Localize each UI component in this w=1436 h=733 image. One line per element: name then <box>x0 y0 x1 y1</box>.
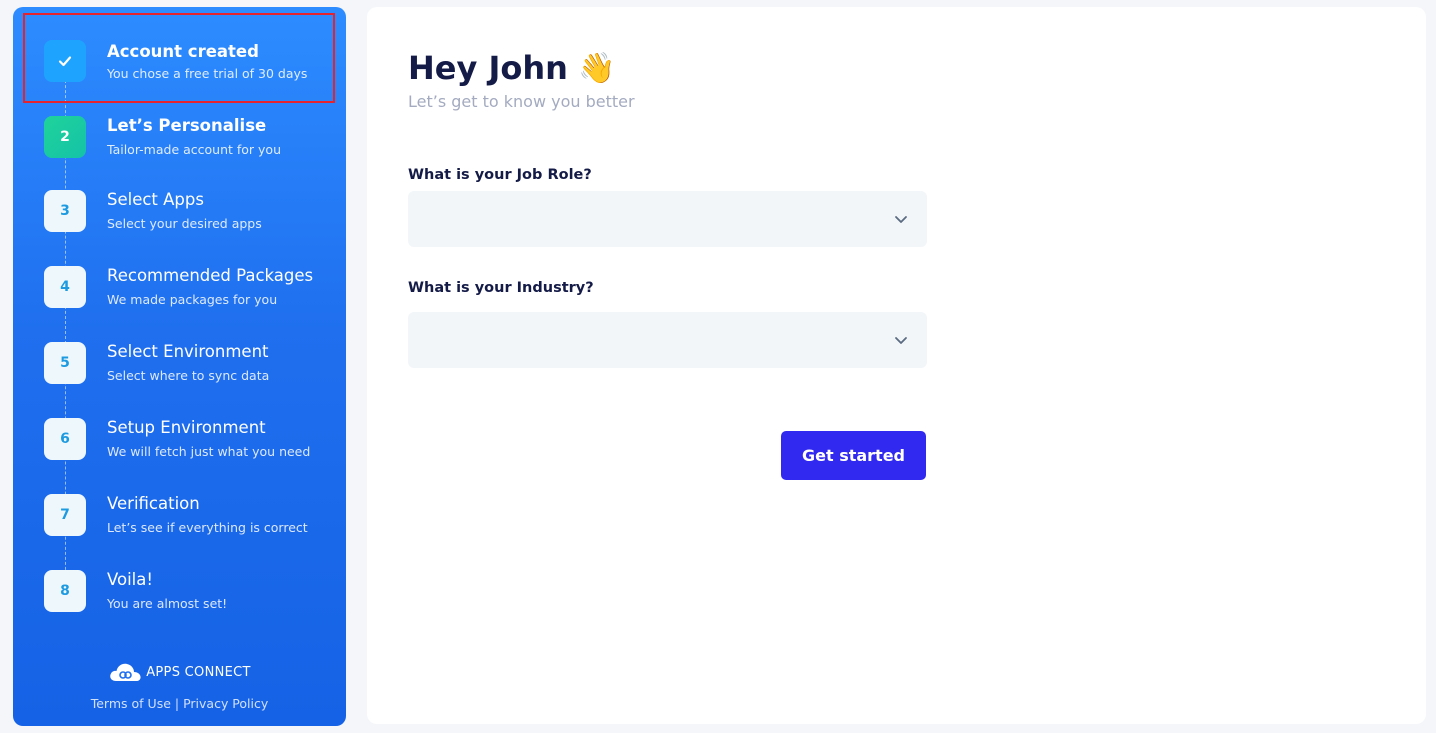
privacy-link[interactable]: Privacy Policy <box>183 696 268 711</box>
terms-link[interactable]: Terms of Use <box>91 696 171 711</box>
step-subtitle: Let’s see if everything is correct <box>107 520 308 535</box>
page-title: Hey John 👋 <box>408 49 615 87</box>
legal-separator: | <box>170 696 184 711</box>
brand-logo: APPS CONNECT <box>13 661 346 683</box>
step-subtitle: You are almost set! <box>107 596 228 611</box>
waving-hand-icon: 👋 <box>577 50 616 86</box>
chevron-down-icon <box>895 337 907 344</box>
step-title: Select Environment <box>107 342 269 361</box>
get-started-button[interactable]: Get started <box>781 431 926 480</box>
step-title: Voila! <box>107 570 153 589</box>
job-role-label: What is your Job Role? <box>408 167 592 183</box>
step-badge: 8 <box>44 570 86 612</box>
chevron-down-icon <box>895 216 907 223</box>
step-badge: 7 <box>44 494 86 536</box>
step-select-environment[interactable]: 5 Select Environment Select where to syn… <box>13 328 346 402</box>
industry-select[interactable] <box>408 312 927 368</box>
step-subtitle: Select your desired apps <box>107 216 262 231</box>
step-subtitle: We made packages for you <box>107 292 278 307</box>
step-lets-personalise[interactable]: 2 Let’s Personalise Tailor-made account … <box>13 102 346 176</box>
cloud-logo-icon <box>110 663 141 681</box>
legal-links: Terms of Use | Privacy Policy <box>13 696 346 711</box>
page-subtitle: Let’s get to know you better <box>408 92 635 111</box>
step-subtitle: We will fetch just what you need <box>107 444 311 459</box>
greeting-text: Hey John <box>408 49 568 87</box>
step-subtitle: Select where to sync data <box>107 368 270 383</box>
step-verification[interactable]: 7 Verification Let’s see if everything i… <box>13 480 346 554</box>
industry-label: What is your Industry? <box>408 280 594 296</box>
step-badge: 3 <box>44 190 86 232</box>
job-role-select[interactable] <box>408 191 927 247</box>
step-setup-environment[interactable]: 6 Setup Environment We will fetch just w… <box>13 404 346 478</box>
brand-name: APPS CONNECT <box>146 664 251 680</box>
step-badge: 4 <box>44 266 86 308</box>
selection-highlight-box <box>23 13 335 103</box>
step-title: Select Apps <box>107 190 204 209</box>
step-badge-active: 2 <box>44 116 86 158</box>
step-subtitle: Tailor-made account for you <box>107 142 282 157</box>
step-title: Verification <box>107 494 200 513</box>
personalise-panel: Hey John 👋 Let’s get to know you better … <box>367 7 1426 724</box>
step-badge: 5 <box>44 342 86 384</box>
step-title: Recommended Packages <box>107 266 314 285</box>
step-title: Let’s Personalise <box>107 116 267 135</box>
step-recommended-packages[interactable]: 4 Recommended Packages We made packages … <box>13 252 346 326</box>
step-voila[interactable]: 8 Voila! You are almost set! <box>13 556 346 630</box>
onboarding-sidebar: Account created You chose a free trial o… <box>13 7 346 726</box>
step-title: Setup Environment <box>107 418 266 437</box>
step-badge: 6 <box>44 418 86 460</box>
step-select-apps[interactable]: 3 Select Apps Select your desired apps <box>13 176 346 250</box>
